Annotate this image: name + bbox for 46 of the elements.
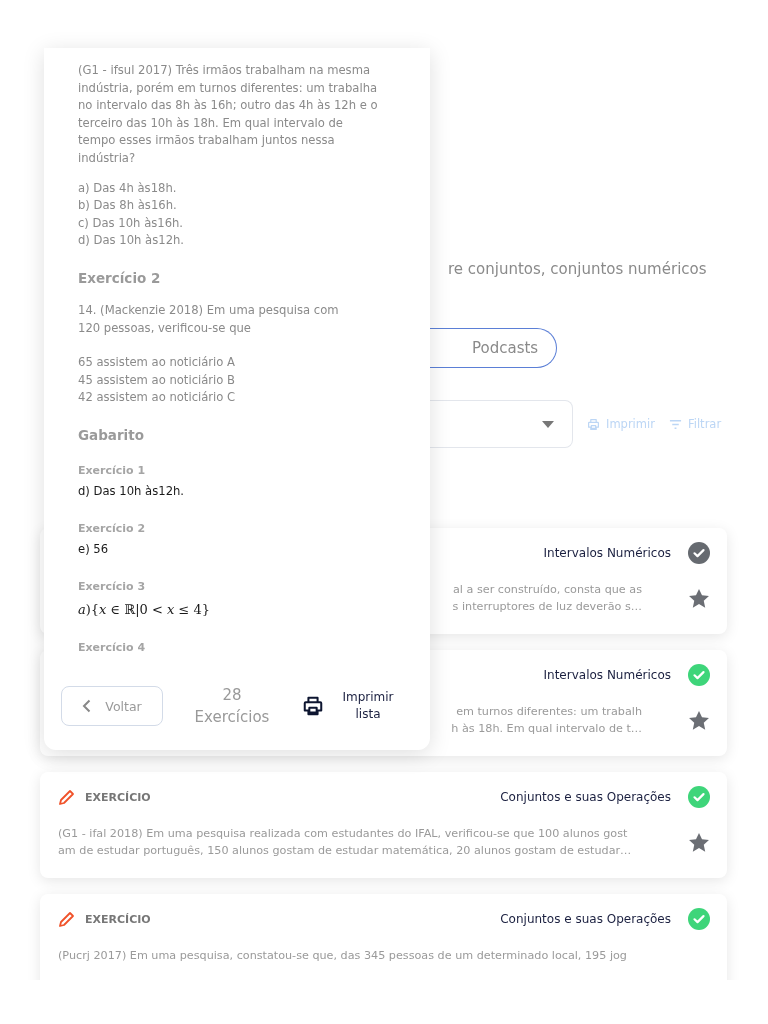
- question-line: a) Das 4h às18h.: [78, 179, 178, 197]
- podcasts-tab[interactable]: Podcasts: [428, 328, 558, 368]
- question-text: (G1 - ifsul 2017) Três irmãos trabalham na mesma indústria, porém em turnos diferentes: um trabalha no intervalo das 8h às 16h; outro das 4h às 12h e o terceiro das 10h às 18h. Em qual intervalo de tempo esses irmãos trabalham juntos nessa indústria?: [78, 62, 379, 167]
- answer-label: Exercício 3: [78, 579, 147, 593]
- star-icon[interactable]: [688, 709, 710, 731]
- exercise-label: EXERCÍCIO: [85, 790, 151, 804]
- answer-text: e) 56: [78, 541, 110, 556]
- answer-label: Exercício 2: [78, 521, 147, 535]
- answer-label: Exercício 4: [78, 640, 147, 654]
- intro-text: re conjuntos, conjuntos numéricos: [448, 260, 708, 278]
- exercise-count-label: Exercícios: [193, 707, 271, 728]
- question-line: b) Das 8h às16h.: [78, 197, 178, 215]
- section-heading: Exercício 2: [78, 269, 162, 286]
- question-line: c) Das 10h às16h.: [78, 214, 185, 232]
- exercise-text: em turnos diferentes: um trabalh h às 18h. Em qual intervalo de t…: [451, 704, 642, 737]
- topic-text: Intervalos Numéricos: [543, 546, 671, 560]
- exercise-count: 28: [221, 685, 243, 706]
- topic-text: Conjuntos e suas Operações: [500, 790, 671, 804]
- chevron-left-icon: [82, 699, 92, 713]
- question-line: 14. (Mackenzie 2018) Em uma pesquisa com: [78, 301, 340, 319]
- pencil-icon: [58, 788, 75, 806]
- exercise-text: al a ser construído, consta que as s interruptores de luz deverão s…: [452, 582, 642, 615]
- printer-icon: [587, 417, 600, 431]
- exercise-label: EXERCÍCIO: [85, 912, 151, 926]
- print-list-button[interactable]: Imprimir lista: [301, 689, 401, 723]
- filter-icon: [668, 417, 682, 431]
- answer-label: Exercício 1: [78, 463, 147, 477]
- question-line: 65 assistem ao noticiário A: [78, 354, 237, 372]
- back-button[interactable]: Voltar: [61, 686, 163, 726]
- section-heading: Gabarito: [78, 426, 145, 443]
- exercise-text: (G1 - ifal 2018) Em uma pesquisa realizada com estudantes do IFAL, verificou-se que 100 alunos gost am de estudar português, 150 alunos gostam de estudar matemática, 20 alunos gostam de estudar…: [58, 826, 633, 859]
- question-line: 120 pessoas, verificou-se que: [78, 319, 252, 337]
- answer-text: d) Das 10h às12h.: [78, 483, 186, 498]
- caret-icon: [542, 420, 554, 428]
- topic-text: Conjuntos e suas Operações: [500, 912, 671, 926]
- printer-icon: [301, 695, 325, 717]
- star-icon[interactable]: [688, 831, 710, 853]
- question-line: 42 assistem ao noticiário C: [78, 389, 237, 407]
- answer-formula: a){x ∈ ℝ|0 < x ≤ 4}: [78, 601, 211, 617]
- star-icon[interactable]: [688, 587, 710, 609]
- pencil-icon: [58, 910, 75, 928]
- question-line: d) Das 10h às12h.: [78, 232, 186, 250]
- question-line: 45 assistem ao noticiário B: [78, 371, 237, 389]
- exercise-card[interactable]: EXERCÍCIO Conjuntos e suas Operações (Pucrj 2017) Em uma pesquisa, constatou-se que, das 345 pessoas de um determinado local, 195 jog: [40, 894, 727, 980]
- exercise-text: (Pucrj 2017) Em uma pesquisa, constatou-se que, das 345 pessoas de um determinado local, 195 jog: [58, 948, 628, 964]
- topic-text: Intervalos Numéricos: [543, 668, 671, 682]
